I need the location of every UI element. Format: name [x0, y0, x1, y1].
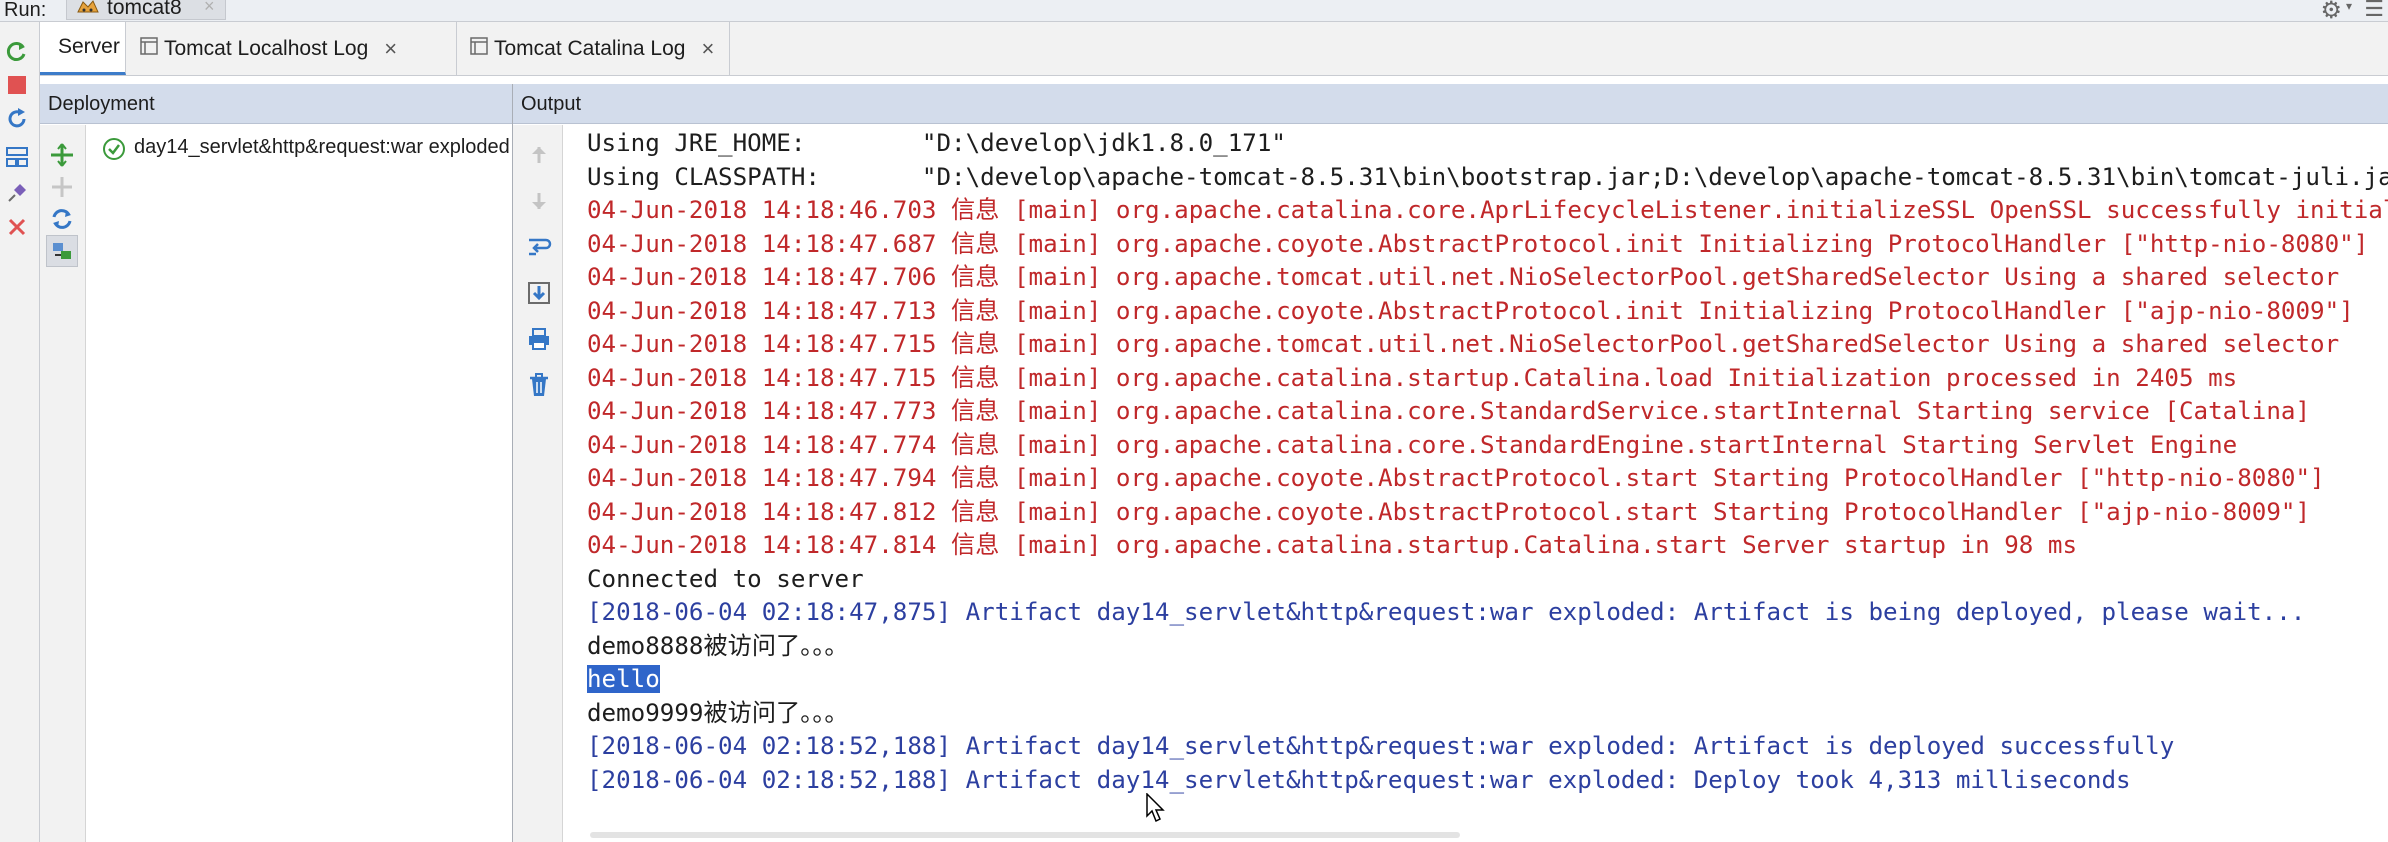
- tab-label: Tomcat Catalina Log: [494, 36, 686, 60]
- console-lines: Using JRE_HOME: "D:\develop\jdk1.8.0_171…: [587, 127, 2388, 797]
- tab-tomcat-catalina-log[interactable]: Tomcat Catalina Log ×: [460, 22, 730, 75]
- console-line-text: demo8888被访问了。。。: [587, 631, 849, 660]
- print-icon[interactable]: [523, 323, 555, 355]
- output-toolbar: [513, 125, 563, 842]
- close-icon[interactable]: ×: [701, 36, 714, 62]
- scroll-to-end-icon[interactable]: [523, 277, 555, 309]
- console-line: 04-Jun-2018 14:18:47.713 信息 [main] org.a…: [587, 295, 2388, 329]
- console-line-text: 04-Jun-2018 14:18:46.703 信息 [main] org.a…: [587, 196, 2388, 224]
- console-line: 04-Jun-2018 14:18:47.814 信息 [main] org.a…: [587, 529, 2388, 563]
- deployment-list: day14_servlet&http&request:war exploded: [86, 125, 512, 842]
- restart-icon[interactable]: [2, 104, 32, 134]
- deployment-header: Deployment: [40, 84, 512, 124]
- stop-icon[interactable]: [2, 70, 32, 100]
- console-line-text: 04-Jun-2018 14:18:47.713 信息 [main] org.a…: [587, 296, 2354, 325]
- layout-icon[interactable]: ☰: [2364, 0, 2384, 22]
- tool-window-tabs: Server Tomcat Localhost Log × Tomcat Cat…: [40, 22, 2388, 76]
- console-line-text: 04-Jun-2018 14:18:47.774 信息 [main] org.a…: [587, 430, 2238, 459]
- console-line: [2018-06-04 02:18:52,188] Artifact day14…: [587, 730, 2388, 764]
- console-line: Using CLASSPATH: "D:\develop\apache-tomc…: [587, 161, 2388, 195]
- tab-label: Tomcat Localhost Log: [164, 36, 369, 60]
- console-line-text: 04-Jun-2018 14:18:47.706 信息 [main] org.a…: [587, 263, 2340, 291]
- deployment-item[interactable]: day14_servlet&http&request:war exploded: [94, 133, 510, 163]
- console-line: 04-Jun-2018 14:18:46.703 信息 [main] org.a…: [587, 194, 2388, 228]
- console-line-text: Connected to server: [587, 564, 864, 593]
- console-line-text: 04-Jun-2018 14:18:47.814 信息 [main] org.a…: [587, 531, 2078, 559]
- console-line: hello: [587, 663, 2388, 697]
- console-line-text: [2018-06-04 02:18:52,188] Artifact day14…: [587, 732, 2175, 760]
- run-config-tab-tomcat8[interactable]: tomcat8 ×: [66, 0, 226, 20]
- run-toolbar: Run: tomcat8 × ⚙ ▾ ☰: [0, 0, 2388, 24]
- console-line: demo8888被访问了。。。: [587, 630, 2388, 664]
- selected-text: hello: [587, 665, 660, 693]
- log-icon: [470, 37, 488, 60]
- close-icon[interactable]: [2, 212, 32, 242]
- console-line: 04-Jun-2018 14:18:47.773 信息 [main] org.a…: [587, 395, 2388, 429]
- deploy-icon[interactable]: [46, 139, 78, 171]
- tab-server[interactable]: Server: [40, 22, 126, 75]
- console-line: 04-Jun-2018 14:18:47.715 信息 [main] org.a…: [587, 328, 2388, 362]
- console-line: 04-Jun-2018 14:18:47.706 信息 [main] org.a…: [587, 261, 2388, 295]
- console-line-text: Using JRE_HOME: "D:\develop\jdk1.8.0_171…: [587, 129, 1286, 157]
- console-line-text: [2018-06-04 02:18:52,188] Artifact day14…: [587, 765, 2131, 794]
- horizontal-scrollbar[interactable]: [590, 832, 1460, 838]
- console-line: [2018-06-04 02:18:52,188] Artifact day14…: [587, 764, 2388, 798]
- layout-icon[interactable]: [2, 142, 32, 172]
- console-line-text: 04-Jun-2018 14:18:47.715 信息 [main] org.a…: [587, 363, 2238, 392]
- console-line: 04-Jun-2018 14:18:47.794 信息 [main] org.a…: [587, 462, 2388, 496]
- console-line-text: demo9999被访问了。。。: [587, 698, 849, 727]
- deployment-item-label: day14_servlet&http&request:war exploded: [134, 136, 510, 158]
- close-icon[interactable]: ×: [204, 0, 215, 17]
- check-circle-icon: [102, 137, 126, 163]
- mouse-cursor-icon: [1146, 792, 1166, 828]
- output-header: Output: [513, 84, 2388, 124]
- console-line-text: 04-Jun-2018 14:18:47.794 信息 [main] org.a…: [587, 464, 2325, 492]
- console-line: [2018-06-04 02:18:47,875] Artifact day14…: [587, 596, 2388, 630]
- tab-tomcat-localhost-log[interactable]: Tomcat Localhost Log ×: [130, 22, 457, 75]
- console-line: 04-Jun-2018 14:18:47.774 信息 [main] org.a…: [587, 429, 2388, 463]
- tab-label: Server: [58, 35, 120, 58]
- arrow-down-icon[interactable]: [523, 185, 555, 217]
- undeploy-icon[interactable]: [46, 171, 78, 203]
- console-line: Using JRE_HOME: "D:\develop\jdk1.8.0_171…: [587, 127, 2388, 161]
- tomcat-icon: [75, 0, 101, 23]
- chevron-down-icon[interactable]: ▾: [2346, 0, 2352, 13]
- console-line-text: 04-Jun-2018 14:18:47.687 信息 [main] org.a…: [587, 229, 2369, 258]
- console-line-text: 04-Jun-2018 14:18:47.715 信息 [main] org.a…: [587, 330, 2340, 358]
- close-icon[interactable]: ×: [384, 36, 397, 62]
- trash-icon[interactable]: [523, 369, 555, 401]
- update-icon[interactable]: [46, 235, 78, 267]
- console-line-text: 04-Jun-2018 14:18:47.773 信息 [main] org.a…: [587, 397, 2311, 425]
- console-line: 04-Jun-2018 14:18:47.812 信息 [main] org.a…: [587, 496, 2388, 530]
- soft-wrap-icon[interactable]: [523, 231, 555, 263]
- refresh-icon[interactable]: [46, 203, 78, 235]
- rerun-icon[interactable]: [2, 36, 32, 66]
- run-side-toolbar: [0, 22, 40, 842]
- console-line-text: [2018-06-04 02:18:47,875] Artifact day14…: [587, 598, 2306, 626]
- log-icon: [140, 37, 158, 60]
- deployment-toolbar: [40, 125, 86, 842]
- run-label: Run:: [4, 0, 47, 21]
- console-line-text: Using CLASSPATH: "D:\develop\apache-tomc…: [587, 162, 2388, 191]
- console-line: 04-Jun-2018 14:18:47.715 信息 [main] org.a…: [587, 362, 2388, 396]
- pin-icon[interactable]: [2, 178, 32, 208]
- console-line: 04-Jun-2018 14:18:47.687 信息 [main] org.a…: [587, 228, 2388, 262]
- console-line: demo9999被访问了。。。: [587, 697, 2388, 731]
- run-tab-label: tomcat8: [107, 0, 182, 19]
- arrow-up-icon[interactable]: [523, 139, 555, 171]
- console-line: Connected to server: [587, 563, 2388, 597]
- console-output[interactable]: Using JRE_HOME: "D:\develop\jdk1.8.0_171…: [563, 125, 2388, 842]
- console-line-text: 04-Jun-2018 14:18:47.812 信息 [main] org.a…: [587, 497, 2311, 526]
